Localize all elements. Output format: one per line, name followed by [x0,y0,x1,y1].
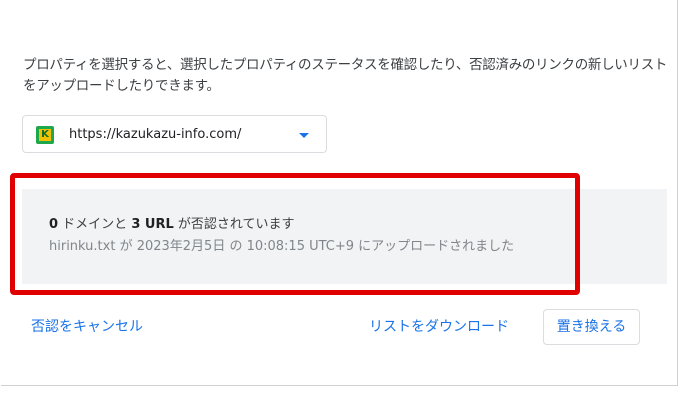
property-selector[interactable]: K https://kazukazu-info.com/ [22,115,327,153]
site-logo-letter: K [39,129,51,141]
download-list-button[interactable]: リストをダウンロード [369,317,509,337]
highlight-box [10,173,580,295]
site-logo-icon: K [36,126,54,144]
cancel-disavow-button[interactable]: 否認をキャンセル [31,317,143,337]
property-url: https://kazukazu-info.com/ [69,127,242,142]
replace-button[interactable]: 置き換える [543,309,640,345]
disavow-panel: プロパティを選択すると、選択したプロパティのステータスを確認したり、否認済みのリ… [1,0,678,386]
dropdown-arrow-icon[interactable] [299,133,309,138]
description-text: プロパティを選択すると、選択したプロパティのステータスを確認したり、否認済みのリ… [23,57,668,94]
